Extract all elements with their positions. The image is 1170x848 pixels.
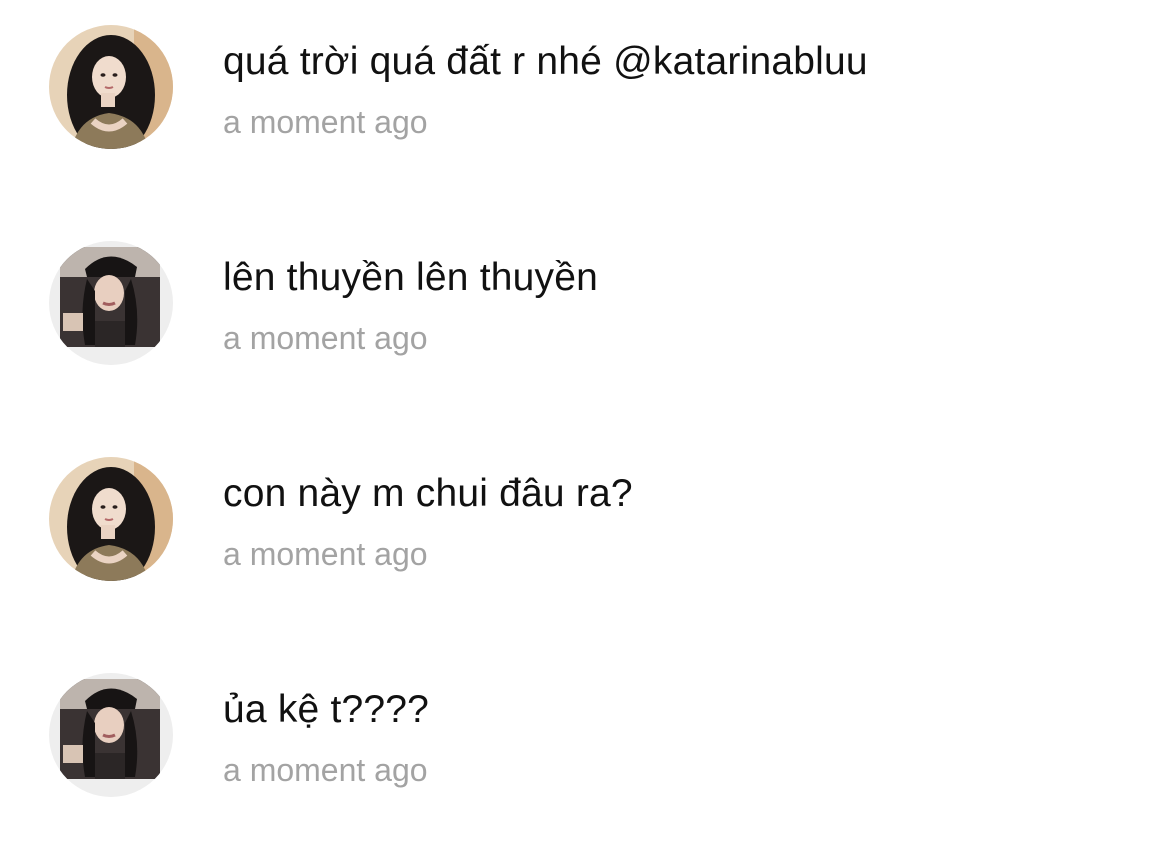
user-avatar[interactable] — [49, 457, 173, 581]
avatar-photo-icon — [49, 241, 173, 365]
comment-text: con này m chui đâu ra? — [223, 472, 633, 515]
user-avatar[interactable] — [49, 673, 173, 797]
comment-item: lên thuyền lên thuyền a moment ago — [0, 216, 1170, 416]
comment-timestamp: a moment ago — [223, 752, 428, 788]
comment-text: quá trời quá đất r nhé @katarinabluu — [223, 40, 868, 83]
comment-timestamp: a moment ago — [223, 536, 428, 572]
comment-text: ủa kệ t???? — [223, 688, 430, 731]
comment-timestamp: a moment ago — [223, 320, 428, 356]
avatar-photo-icon — [49, 457, 173, 581]
user-avatar[interactable] — [49, 25, 173, 149]
avatar-photo-icon — [49, 673, 173, 797]
comment-item: ủa kệ t???? a moment ago — [0, 648, 1170, 848]
avatar-photo-icon — [49, 25, 173, 149]
user-avatar[interactable] — [49, 241, 173, 365]
comment-item: quá trời quá đất r nhé @katarinabluu a m… — [0, 0, 1170, 200]
comment-timestamp: a moment ago — [223, 104, 428, 140]
comment-item: con này m chui đâu ra? a moment ago — [0, 432, 1170, 632]
comment-text: lên thuyền lên thuyền — [223, 256, 598, 299]
